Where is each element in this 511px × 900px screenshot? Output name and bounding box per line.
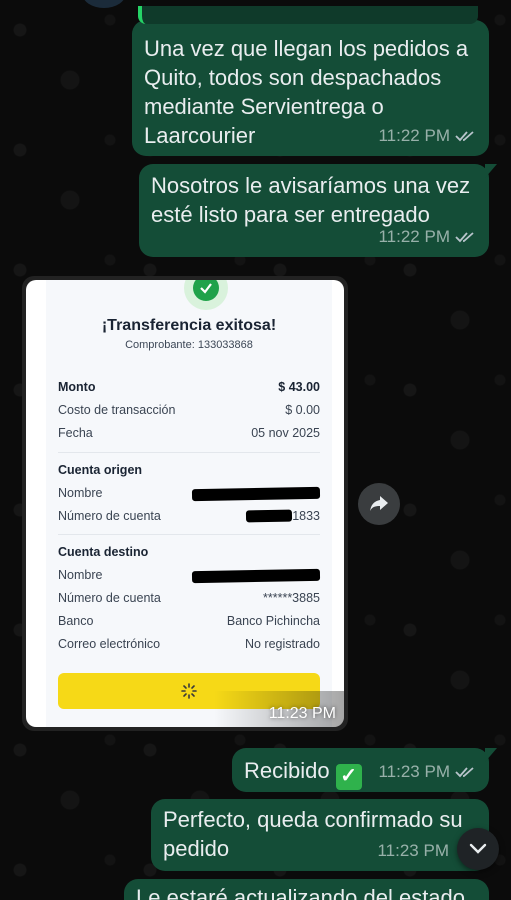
quoted-message-strip[interactable] [138,6,478,24]
message-bubble-outgoing[interactable]: Una vez que llegan los pedidos a Quito, … [132,6,489,156]
spinner-icon [181,683,197,699]
message-time: 11:23 PM [268,705,336,722]
receipt-title: ¡Transferencia exitosa! [101,317,277,334]
row-correo: Correo electrónico No registrado [58,637,320,651]
redaction-mark [246,509,293,523]
row-origen-nombre: Nombre [58,486,321,502]
message-text: Recibido [244,758,330,783]
receipt-image[interactable]: ¡Transferencia exitosa! Comprobante: 133… [26,280,344,727]
section-cuenta-origen: Cuenta origen [58,463,143,477]
bubble-tail [485,748,497,762]
row-value: ******3885 [263,591,320,605]
row-value: No registrado [244,637,320,651]
message-meta: 11:22 PM [378,121,477,150]
message-text: Le estaré actualizando del estado [136,885,466,900]
redaction-mark [191,568,321,584]
row-destino-nombre: Nombre [58,568,321,584]
double-check-icon [455,231,474,242]
message-bubble-outgoing[interactable]: Perfecto, queda confirmado su pedido 11:… [151,799,489,871]
row-label: Costo de transacción [58,403,176,417]
message-bubble-outgoing[interactable]: Recibido ✓ 11:23 PM [232,748,497,792]
row-costo: Costo de transacción $ 0.00 [58,403,320,417]
receipt-card: ¡Transferencia exitosa! Comprobante: 133… [46,280,332,727]
chevron-down-icon [469,843,487,854]
message-meta: 11:23 PM [378,757,477,786]
message-time: 11:22 PM [378,227,450,246]
row-label: Número de cuenta [58,509,161,523]
row-value: Banco Pichincha [226,614,320,628]
row-value: $ 0.00 [285,403,320,417]
message-text: Nosotros le avisaríamos una vez esté lis… [151,173,471,227]
row-origen-cuenta: Número de cuenta 1833 [58,509,320,523]
message-time: 11:23 PM [377,841,449,860]
message-meta: 11:23 PM [377,836,449,865]
check-emoji-icon: ✓ [335,763,362,790]
row-label: Nombre [58,486,103,500]
row-label: Número de cuenta [58,591,161,605]
double-check-icon [455,766,474,777]
row-value-wrap: 1833 [246,509,320,523]
row-value: $ 43.00 [278,380,320,394]
forward-button[interactable] [358,483,400,525]
redaction-mark [191,486,321,502]
receipt-comprobante: Comprobante: 133033868 [125,339,253,351]
forward-icon [370,496,388,511]
success-badge [184,280,228,310]
message-time: 11:22 PM [378,126,450,145]
row-banco: Banco Banco Pichincha [58,614,320,628]
double-check-icon [455,130,474,141]
row-destino-cuenta: Número de cuenta ******3885 [58,591,320,605]
message-meta: 11:22 PM [378,222,477,251]
check-icon [193,280,219,301]
scroll-to-bottom-button[interactable] [457,828,499,870]
row-monto: Monto $ 43.00 [58,380,320,394]
row-label: Banco [58,614,94,628]
row-fecha: Fecha 05 nov 2025 [58,426,320,440]
message-time: 11:23 PM [378,762,450,781]
row-label: Correo electrónico [58,637,161,651]
divider [58,452,320,453]
row-label: Nombre [58,568,103,582]
divider [58,534,320,535]
row-value: 05 nov 2025 [251,426,320,440]
section-cuenta-destino: Cuenta destino [58,545,149,559]
row-label: Monto [58,380,96,394]
message-bubble-outgoing[interactable]: Nosotros le avisaríamos una vez esté lis… [139,164,497,257]
image-message[interactable]: ¡Transferencia exitosa! Comprobante: 133… [22,276,348,731]
bubble-tail [485,164,497,178]
message-bubble-outgoing[interactable]: Le estaré actualizando del estado [124,879,489,900]
row-label: Fecha [58,426,93,440]
row-value: 1833 [292,509,320,523]
avatar [82,0,126,8]
